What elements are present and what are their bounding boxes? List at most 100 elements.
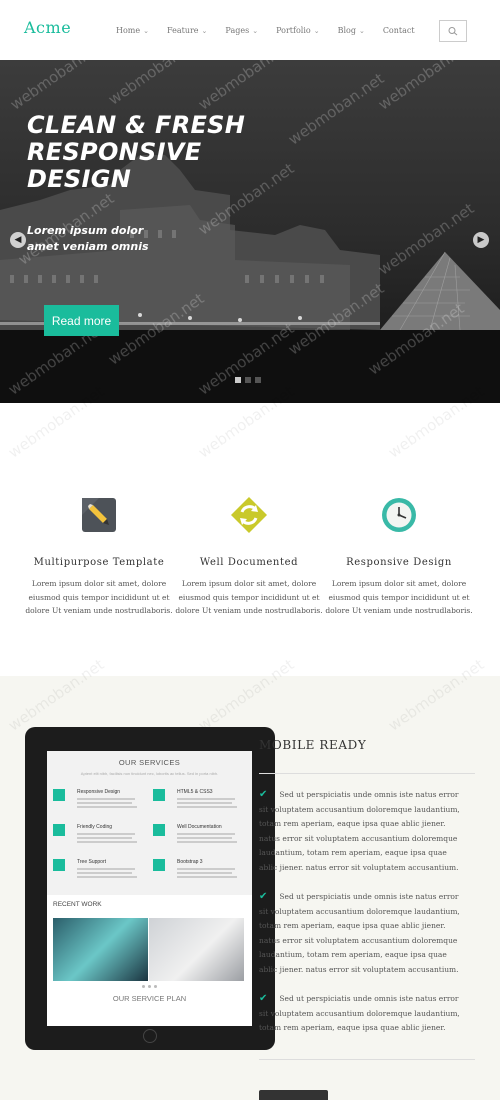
- nav-label: Portfolio: [276, 26, 311, 35]
- feature-card: Multipurpose Template Lorem ipsum dolor …: [24, 495, 174, 618]
- slider-dot[interactable]: [245, 377, 251, 383]
- service-icon: [53, 859, 65, 871]
- hero-title: CLEAN & FRESH RESPONSIVE DESIGN: [27, 111, 246, 193]
- nav-label: Blog: [337, 26, 356, 35]
- service-icon: [53, 789, 65, 801]
- service-text-line: [177, 876, 237, 878]
- service-icon: [153, 859, 165, 871]
- check-icon: ✔: [259, 891, 268, 902]
- hero-subtitle: Lorem ipsum dolor amet veniam omnis: [27, 224, 149, 253]
- mobile-ready-section: webmoban.net webmoban.net webmoban.net O…: [0, 655, 500, 1100]
- feature-title: Responsive Design: [346, 557, 452, 568]
- search-button[interactable]: [439, 20, 467, 42]
- pencil-icon: [82, 498, 116, 532]
- slider-next-button[interactable]: ▶: [473, 232, 489, 248]
- nav-label: Contact: [382, 26, 415, 35]
- service-text-line: [177, 802, 232, 804]
- nav-label: Home: [116, 26, 141, 35]
- logo[interactable]: Acme: [24, 18, 71, 37]
- feature-text: Lorem ipsum dolor sit amet, dolore eiusm…: [25, 579, 173, 615]
- service-icon: [53, 824, 65, 836]
- service-title: Well Documentation: [177, 824, 222, 830]
- recent-work-pagination: [142, 985, 157, 988]
- slider-dot[interactable]: [235, 377, 241, 383]
- chevron-down-icon: ⌄: [201, 27, 208, 35]
- chevron-down-icon: ⌄: [252, 27, 259, 35]
- tablet-screen: OUR SERVICES Aptent elit nibh, facilisis…: [47, 751, 252, 1026]
- recent-work-title: RECENT WORK: [53, 901, 102, 908]
- feature-title: Well Documented: [199, 557, 299, 568]
- service-title: Tree Support: [77, 859, 106, 865]
- services-grid: Responsive Design HTML5 & CSS3 Friendly …: [47, 787, 252, 895]
- feature-text: Lorem ipsum dolor sit amet, dolore eiusm…: [175, 579, 323, 615]
- service-text-line: [177, 872, 232, 874]
- slider-prev-button[interactable]: ◀: [10, 232, 26, 248]
- services-title: OUR SERVICES: [118, 758, 181, 767]
- chevron-down-icon: ⌄: [358, 27, 365, 35]
- chevron-down-icon: ⌄: [313, 27, 320, 35]
- paragraph-text: Sed ut perspiciatis unde omnis iste natu…: [259, 790, 460, 872]
- feature-paragraph: ✔ Sed ut perspiciatis unde omnis iste nat…: [259, 788, 464, 875]
- pagination-dot[interactable]: [148, 985, 151, 988]
- service-text-line: [77, 833, 135, 835]
- pagination-dot[interactable]: [142, 985, 145, 988]
- service-title: HTML5 & CSS3: [177, 789, 213, 795]
- service-text-line: [77, 868, 135, 870]
- nav-item-portfolio[interactable]: Portfolio ⌄: [276, 26, 320, 35]
- feature-paragraph: ✔ Sed ut perspiciatis unde omnis iste nat…: [259, 890, 464, 977]
- nav-item-blog[interactable]: Blog ⌄: [338, 26, 365, 35]
- nav-item-pages[interactable]: Pages ⌄: [225, 26, 258, 35]
- nav-item-feature[interactable]: Feature ⌄: [167, 26, 207, 35]
- service-text-line: [177, 798, 235, 800]
- service-text-line: [77, 841, 137, 843]
- feature-title: Multipurpose Template: [33, 557, 165, 568]
- feature-card: Well Documented Lorem ipsum dolor sit am…: [174, 495, 324, 618]
- divider: [259, 773, 475, 774]
- service-text-line: [77, 837, 132, 839]
- search-icon: [448, 27, 458, 36]
- service-text-line: [77, 872, 132, 874]
- service-title: Friendly Coding: [77, 824, 113, 830]
- service-text-line: [77, 876, 137, 878]
- pagination-dot[interactable]: [154, 985, 157, 988]
- chevron-down-icon: ⌄: [143, 27, 149, 35]
- tablet-mockup: OUR SERVICES Aptent elit nibh, facilisis…: [25, 727, 275, 1050]
- read-more-button[interactable]: Read more: [44, 305, 119, 336]
- services-header: OUR SERVICES Aptent elit nibh, facilisis…: [47, 751, 252, 787]
- nav-label: Pages: [225, 26, 250, 35]
- service-text-line: [177, 806, 237, 808]
- features-section: webmoban.net webmoban.net webmoban.net M…: [0, 382, 500, 676]
- chevron-right-icon: ▶: [477, 235, 485, 245]
- site-header: Acme Home ⌄ Feature ⌄ Pages ⌄ Portfolio ⌄ Bl…: [0, 0, 500, 60]
- recent-work-image[interactable]: [53, 918, 148, 981]
- paragraph-text: Sed ut perspiciatis unde omnis iste natu…: [259, 994, 460, 1032]
- services-subtitle: Aptent elit nibh, facilisis non tincidun…: [80, 771, 219, 776]
- service-title: Responsive Design: [77, 789, 121, 795]
- main-nav: Home ⌄ Feature ⌄ Pages ⌄ Portfolio ⌄ Blog ⌄ C…: [116, 26, 433, 35]
- service-title: Bootstrap 3: [177, 859, 203, 865]
- hero-slider: webmoban.net webmoban.net webmoban.net w…: [0, 60, 500, 403]
- feature-text: Lorem ipsum dolor sit amet, dolore eiusm…: [325, 579, 473, 615]
- recent-work-image[interactable]: [149, 918, 244, 981]
- service-text-line: [177, 833, 235, 835]
- service-text-line: [77, 802, 132, 804]
- service-text-line: [177, 837, 232, 839]
- service-text-line: [77, 806, 137, 808]
- service-icon: [153, 824, 165, 836]
- nav-item-home[interactable]: Home ⌄: [116, 26, 149, 35]
- paragraph-text: Sed ut perspiciatis unde omnis iste natu…: [259, 892, 460, 974]
- nav-item-contact[interactable]: Contact: [383, 26, 415, 35]
- tablet-home-button: [143, 1029, 157, 1043]
- clock-icon: [382, 498, 416, 532]
- service-icon: [153, 789, 165, 801]
- feature-paragraph: ✔ Sed ut perspiciatis unde omnis iste nat…: [259, 992, 464, 1036]
- check-icon: ✔: [259, 789, 268, 800]
- feature-card: Responsive Design Lorem ipsum dolor sit …: [324, 495, 474, 618]
- check-icon: ✔: [259, 993, 268, 1004]
- service-text-line: [177, 868, 235, 870]
- slider-dot[interactable]: [255, 377, 261, 383]
- more-button[interactable]: [259, 1090, 328, 1100]
- nav-label: Feature: [167, 26, 199, 35]
- divider: [259, 1059, 475, 1060]
- chevron-left-icon: ◀: [14, 235, 22, 245]
